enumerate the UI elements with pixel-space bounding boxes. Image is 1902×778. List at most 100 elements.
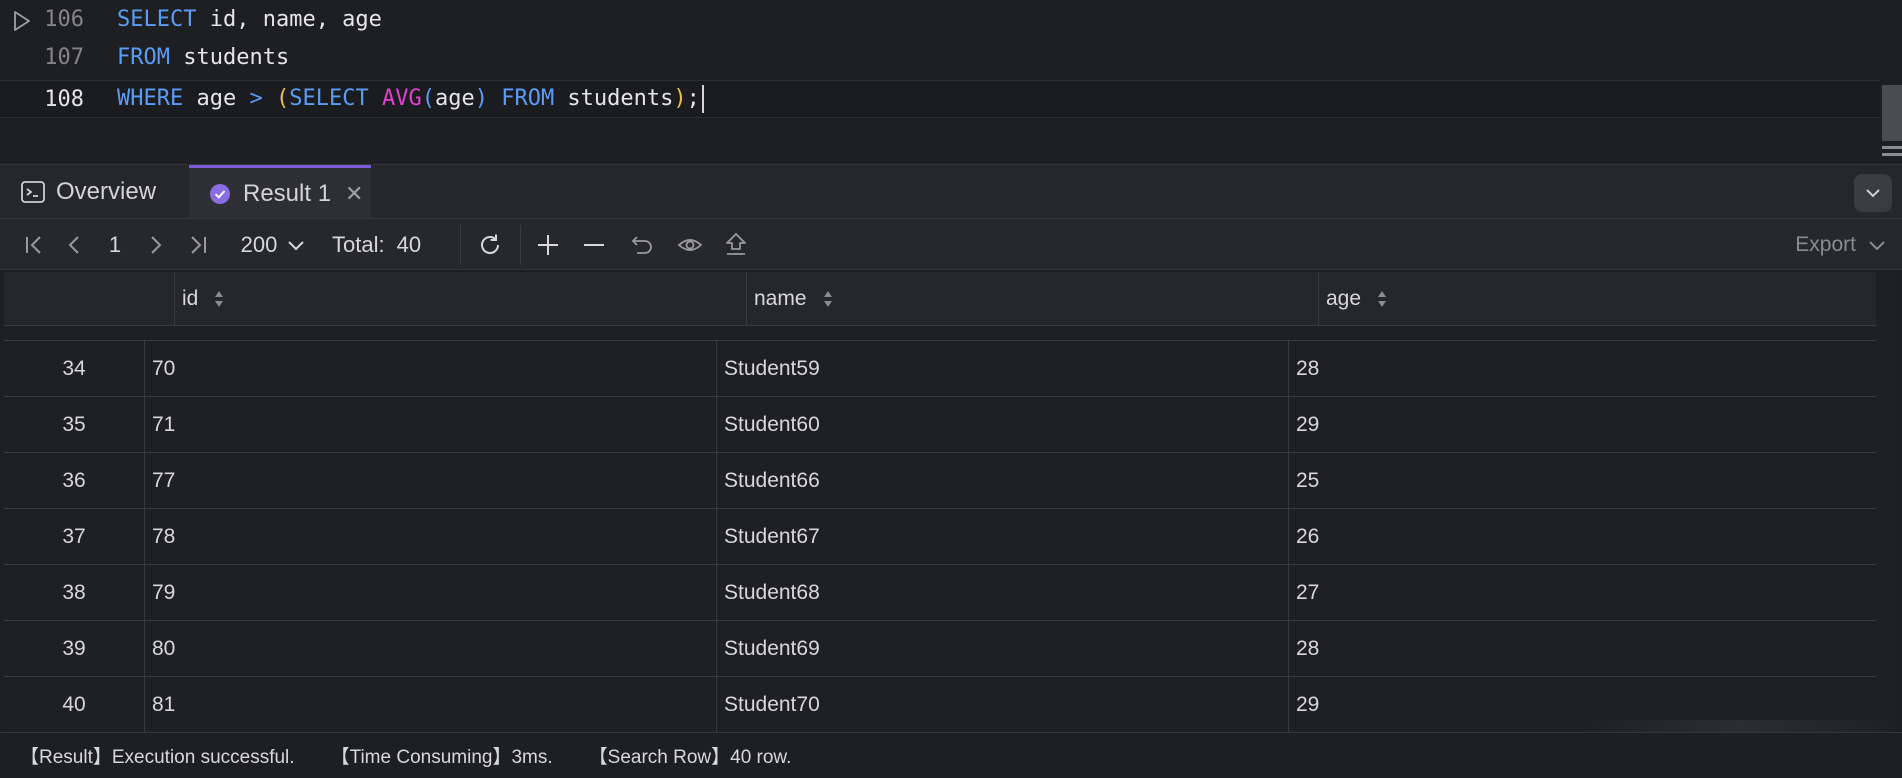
- row-number-cell[interactable]: 34: [4, 341, 144, 397]
- cell-name[interactable]: Student59: [716, 341, 1288, 397]
- cell-age[interactable]: 28: [1288, 621, 1890, 677]
- total-value: 40: [396, 232, 422, 257]
- code-token: AVG: [381, 86, 422, 111]
- cell-age[interactable]: 25: [1288, 453, 1890, 509]
- code-text: WHERE age > (SELECT AVG(age) FROM studen…: [117, 85, 704, 113]
- cell-id[interactable]: 70: [144, 341, 716, 397]
- table-row[interactable]: 34 70 Student59 28: [4, 340, 1890, 397]
- delete-row-button[interactable]: [578, 219, 610, 271]
- result-tab-bar: Overview Result 1 ✕: [0, 164, 1902, 219]
- cell-name[interactable]: Student68: [716, 565, 1288, 621]
- sql-editor[interactable]: 106 SELECT id, name, age 107 FROM studen…: [0, 0, 1902, 162]
- export-button[interactable]: Export: [1795, 219, 1888, 271]
- first-page-button[interactable]: [18, 219, 50, 271]
- collapse-panel-button[interactable]: [1854, 174, 1892, 212]
- close-icon[interactable]: ✕: [345, 181, 363, 207]
- table-row[interactable]: 38 79 Student68 27: [4, 564, 1890, 621]
- sort-icon[interactable]: [212, 288, 226, 310]
- cell-id[interactable]: 78: [144, 509, 716, 565]
- cell-name[interactable]: Student70: [716, 677, 1288, 732]
- row-number-cell[interactable]: 40: [4, 677, 144, 732]
- code-line[interactable]: 106 SELECT id, name, age: [0, 0, 1880, 38]
- grid-header: id name age: [4, 272, 1890, 326]
- result-grid: id name age 34 70 Student59 28 35 71 Student60…: [4, 272, 1890, 732]
- chevron-down-icon: [1866, 189, 1880, 198]
- column-header-label: age: [1326, 287, 1362, 310]
- submit-changes-button[interactable]: [720, 219, 752, 271]
- grid-scrollbar[interactable]: [1876, 272, 1890, 732]
- row-number-cell[interactable]: 38: [4, 565, 144, 621]
- page-size-select[interactable]: 200: [234, 219, 314, 271]
- table-row[interactable]: 36 77 Student66 25: [4, 452, 1890, 509]
- column-header-label: name: [754, 287, 807, 310]
- scrollbar-marker: [1882, 153, 1902, 156]
- success-check-icon: [210, 183, 230, 204]
- refresh-button[interactable]: [474, 219, 506, 271]
- status-time: 【Time Consuming】3ms.: [330, 747, 553, 768]
- refresh-icon: [481, 234, 499, 254]
- chevron-down-icon: [1869, 241, 1885, 251]
- last-page-button[interactable]: [182, 219, 214, 271]
- cell-age[interactable]: 26: [1288, 509, 1890, 565]
- row-number-cell[interactable]: 37: [4, 509, 144, 565]
- row-number-cell[interactable]: 35: [4, 397, 144, 453]
- column-header-id[interactable]: id: [174, 272, 746, 326]
- table-row[interactable]: 37 78 Student67 26: [4, 508, 1890, 565]
- first-page-icon: [26, 236, 41, 254]
- prev-page-icon: [68, 236, 79, 254]
- chevron-down-icon: [288, 241, 305, 251]
- cell-id[interactable]: 80: [144, 621, 716, 677]
- column-header-label: id: [182, 287, 199, 310]
- run-icon[interactable]: [10, 9, 34, 33]
- total-count: Total: 40: [332, 219, 421, 271]
- sort-icon[interactable]: [1375, 288, 1389, 310]
- cell-age[interactable]: 29: [1288, 397, 1890, 453]
- code-token: ;: [686, 86, 700, 111]
- column-header-name[interactable]: name: [746, 272, 1318, 326]
- row-number-cell[interactable]: 39: [4, 621, 144, 677]
- cell-name[interactable]: Student66: [716, 453, 1288, 509]
- undo-icon: [631, 236, 652, 254]
- column-header-age[interactable]: age: [1318, 272, 1890, 326]
- preview-button[interactable]: [674, 219, 706, 271]
- code-token: age: [183, 86, 250, 111]
- cell-name[interactable]: Student67: [716, 509, 1288, 565]
- scrollbar-marker: [1882, 146, 1902, 149]
- cell-age[interactable]: 28: [1288, 341, 1890, 397]
- add-row-button[interactable]: [532, 219, 564, 271]
- last-page-icon: [191, 236, 206, 254]
- code-line[interactable]: 107 FROM students: [0, 38, 1880, 76]
- cell-id[interactable]: 77: [144, 453, 716, 509]
- cell-name[interactable]: Student60: [716, 397, 1288, 453]
- code-token: WHERE: [117, 86, 184, 111]
- next-page-icon: [151, 236, 162, 254]
- tab-overview[interactable]: Overview: [20, 165, 156, 219]
- cell-name[interactable]: Student69: [716, 621, 1288, 677]
- table-row[interactable]: 39 80 Student69 28: [4, 620, 1890, 677]
- prev-page-button[interactable]: [58, 219, 90, 271]
- toolbar-divider: [520, 225, 521, 265]
- tab-label: Overview: [56, 178, 157, 205]
- tab-result-1[interactable]: Result 1 ✕: [189, 165, 371, 219]
- row-number-cell[interactable]: 36: [4, 453, 144, 509]
- code-line-current[interactable]: 108 WHERE age > (SELECT AVG(age) FROM st…: [0, 80, 1880, 118]
- undo-button[interactable]: [626, 219, 658, 271]
- status-rows: 【Search Row】40 row.: [588, 747, 792, 768]
- cell-id[interactable]: 81: [144, 677, 716, 732]
- editor-scrollbar-thumb[interactable]: [1882, 85, 1902, 141]
- page-size-value: 200: [240, 232, 278, 257]
- editor-scrollbar[interactable]: [1880, 0, 1902, 162]
- table-row[interactable]: 35 71 Student60 29: [4, 396, 1890, 453]
- delete-row-icon: [584, 244, 604, 246]
- next-page-button[interactable]: [140, 219, 172, 271]
- page-number[interactable]: 1: [100, 219, 130, 271]
- cell-id[interactable]: 79: [144, 565, 716, 621]
- code-text: FROM students: [117, 45, 289, 70]
- code-token: FROM: [117, 44, 170, 70]
- add-row-icon: [538, 235, 558, 255]
- cell-age[interactable]: 27: [1288, 565, 1890, 621]
- cell-id[interactable]: 71: [144, 397, 716, 453]
- sort-icon[interactable]: [821, 288, 835, 310]
- text-cursor: [701, 85, 704, 113]
